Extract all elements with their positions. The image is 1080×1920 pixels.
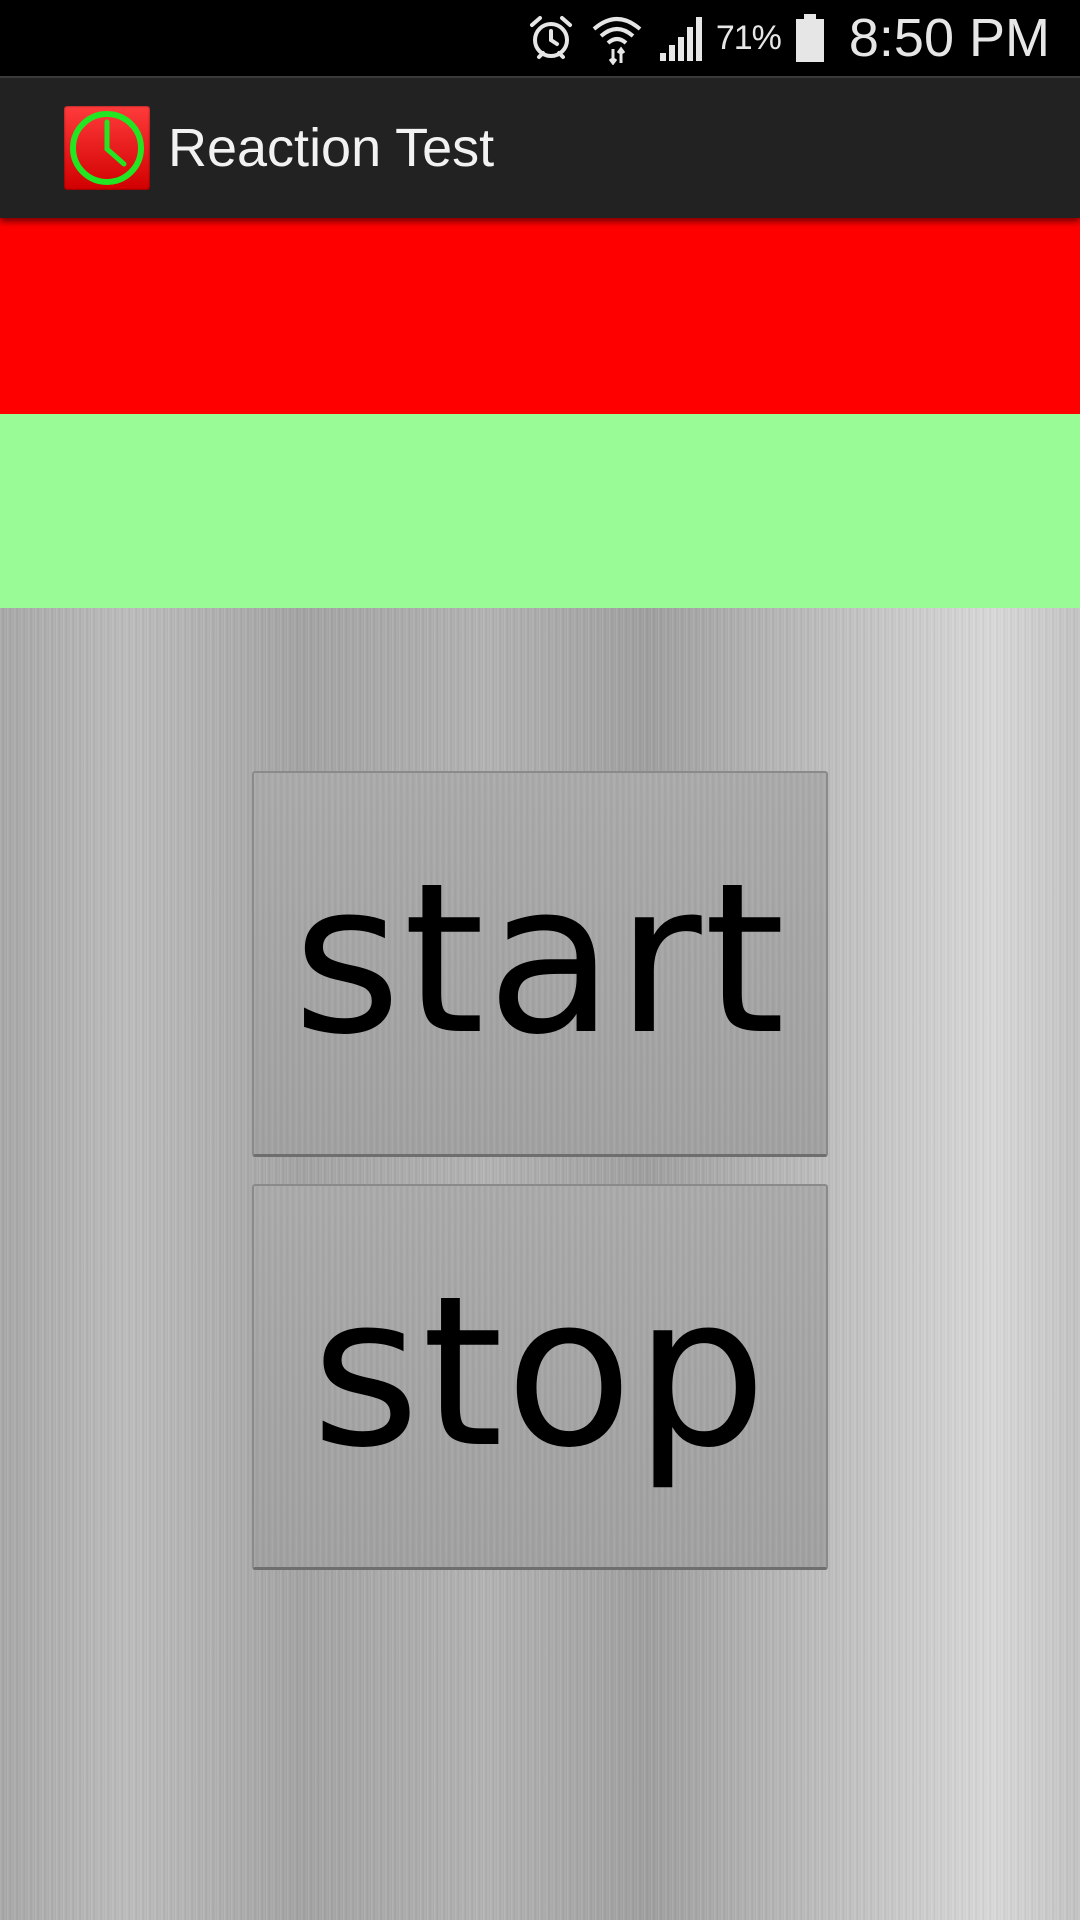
app-title: Reaction Test [168,118,495,178]
screen: 71% 8:50 PM Reaction Test start stop [0,0,1080,1920]
signal-icon [658,13,708,63]
action-bar: Reaction Test [0,76,1080,218]
start-button-label: start [292,838,788,1081]
status-clock: 8:50 PM [848,8,1050,68]
status-icons: 71% 8:50 PM [512,0,1080,76]
battery-percent: 71% [715,18,782,57]
red-indicator-panel [0,218,1080,414]
clock-icon[interactable] [64,106,150,190]
alarm-icon [526,13,576,63]
battery-icon [795,13,825,63]
green-indicator-panel [0,414,1080,608]
status-bar: 71% 8:50 PM [0,0,1080,76]
stop-button[interactable]: stop [252,1184,828,1570]
stop-button-label: stop [311,1251,769,1494]
wifi-icon [590,11,644,65]
start-button[interactable]: start [252,771,828,1157]
